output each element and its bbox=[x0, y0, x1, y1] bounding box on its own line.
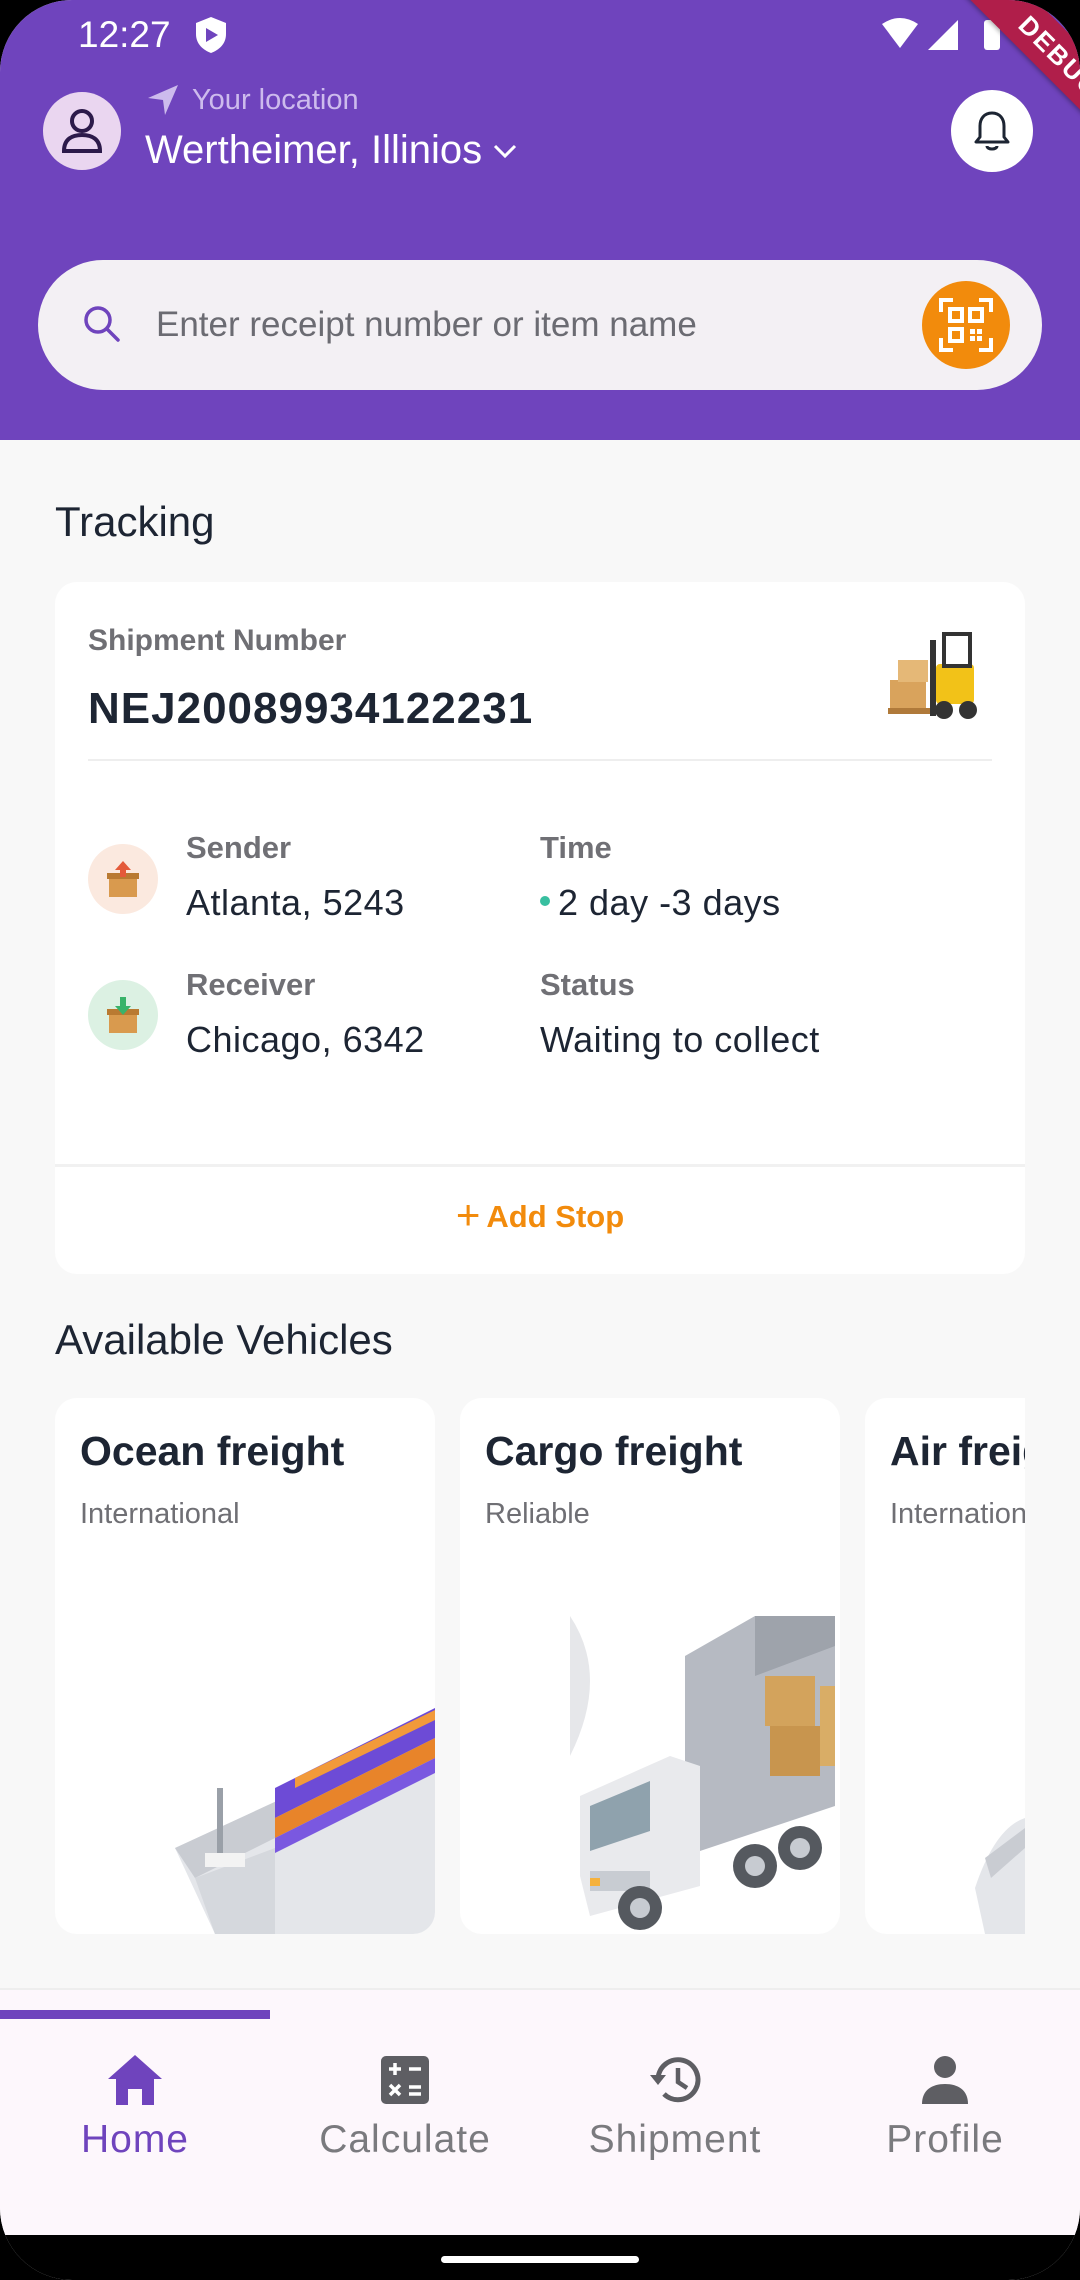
status-dot bbox=[540, 896, 550, 907]
tracking-title: Tracking bbox=[55, 498, 215, 545]
location-label: Your location bbox=[146, 82, 359, 118]
vehicle-title: Ocean freight bbox=[80, 1428, 345, 1474]
sender-icon-circle bbox=[88, 844, 158, 914]
nav-label: Calculate bbox=[319, 2118, 491, 2161]
nav-label: Shipment bbox=[588, 2118, 762, 2161]
status-label: Status bbox=[540, 967, 635, 1002]
time-label: Time bbox=[540, 830, 612, 865]
nav-active-indicator bbox=[0, 2010, 270, 2019]
bell-icon bbox=[974, 111, 1010, 151]
status-time: 12:27 bbox=[78, 14, 171, 55]
header: 12:27 DEBUG Your location Wertheimer, Il… bbox=[0, 0, 1080, 440]
sender-label: Sender bbox=[186, 830, 292, 865]
status-value: Waiting to collect bbox=[540, 1019, 820, 1060]
search-icon bbox=[84, 306, 120, 342]
sender-value: Atlanta, 5243 bbox=[186, 882, 405, 923]
navigation-arrow-icon bbox=[148, 85, 178, 115]
location-selector[interactable]: Wertheimer, Illinios bbox=[145, 128, 518, 173]
card-divider bbox=[88, 759, 992, 761]
truck-image bbox=[570, 1616, 835, 1930]
nav-calculate[interactable]: Calculate bbox=[270, 2050, 540, 2170]
add-stop-label: Add Stop bbox=[486, 1199, 625, 1234]
nav-label: Profile bbox=[886, 2118, 1004, 2161]
nav-home[interactable]: Home bbox=[0, 2050, 270, 2170]
nav-shipment[interactable]: Shipment bbox=[540, 2050, 810, 2170]
scan-button[interactable] bbox=[922, 281, 1010, 369]
ship-image bbox=[175, 1708, 435, 1934]
bottom-navigation: Home Calculate Shipment Profile bbox=[0, 1988, 1080, 2235]
vehicle-card-cargo[interactable]: Cargo freight Reliable bbox=[460, 1398, 840, 1934]
box-down-icon bbox=[107, 997, 139, 1033]
vehicle-subtitle: International bbox=[80, 1498, 240, 1530]
time-value-row: 2 day -3 days bbox=[540, 882, 781, 924]
wifi-icon bbox=[882, 18, 918, 48]
home-indicator[interactable] bbox=[441, 2256, 639, 2263]
status-bar: 12:27 bbox=[0, 0, 1080, 70]
gesture-bar bbox=[0, 2235, 1080, 2280]
calculator-icon bbox=[381, 2056, 429, 2104]
receiver-value: Chicago, 6342 bbox=[186, 1019, 425, 1060]
signal-icon bbox=[928, 20, 958, 50]
user-icon bbox=[61, 109, 103, 153]
notifications-button[interactable] bbox=[951, 90, 1033, 172]
vehicles-title: Available Vehicles bbox=[55, 1316, 393, 1363]
app-screen: 12:27 DEBUG Your location Wertheimer, Il… bbox=[0, 0, 1080, 2280]
shield-icon bbox=[196, 17, 226, 53]
vehicle-subtitle: Reliable bbox=[485, 1498, 590, 1530]
search-bar bbox=[38, 260, 1042, 390]
shipment-number: NEJ20089934122231 bbox=[88, 684, 534, 733]
nav-label: Home bbox=[80, 2118, 190, 2161]
aircraft-image bbox=[975, 1818, 1025, 1934]
vehicle-title: Air freight bbox=[890, 1428, 1025, 1474]
vehicles-carousel[interactable]: Ocean freight International Cargo freigh… bbox=[55, 1398, 1025, 1934]
tracking-card[interactable]: Shipment Number NEJ20089934122231 Sender… bbox=[55, 582, 1025, 1274]
plus-icon: + bbox=[455, 1191, 481, 1238]
qr-scan-icon bbox=[939, 298, 993, 352]
card-divider-bottom bbox=[55, 1164, 1025, 1167]
vehicle-card-ocean[interactable]: Ocean freight International bbox=[55, 1398, 435, 1934]
vehicle-card-air[interactable]: Air freight International bbox=[865, 1398, 1025, 1934]
avatar[interactable] bbox=[43, 92, 121, 170]
receiver-label: Receiver bbox=[186, 967, 316, 1002]
person-icon bbox=[922, 2056, 968, 2104]
nav-profile[interactable]: Profile bbox=[810, 2050, 1080, 2170]
shipment-number-label: Shipment Number bbox=[88, 624, 347, 657]
home-icon bbox=[108, 2055, 162, 2105]
chevron-down-icon bbox=[494, 144, 517, 158]
add-stop-button[interactable]: + Add Stop bbox=[55, 1172, 1025, 1262]
search-input[interactable] bbox=[156, 290, 936, 360]
vehicle-title: Cargo freight bbox=[485, 1428, 743, 1474]
box-up-icon bbox=[107, 861, 139, 897]
time-value: 2 day -3 days bbox=[558, 882, 781, 923]
receiver-icon-circle bbox=[88, 980, 158, 1050]
history-icon bbox=[650, 2057, 701, 2103]
location-label-text: Your location bbox=[192, 83, 359, 116]
forklift-icon bbox=[888, 632, 977, 719]
vehicle-subtitle: International bbox=[890, 1498, 1025, 1530]
location-value: Wertheimer, Illinios bbox=[145, 128, 483, 172]
